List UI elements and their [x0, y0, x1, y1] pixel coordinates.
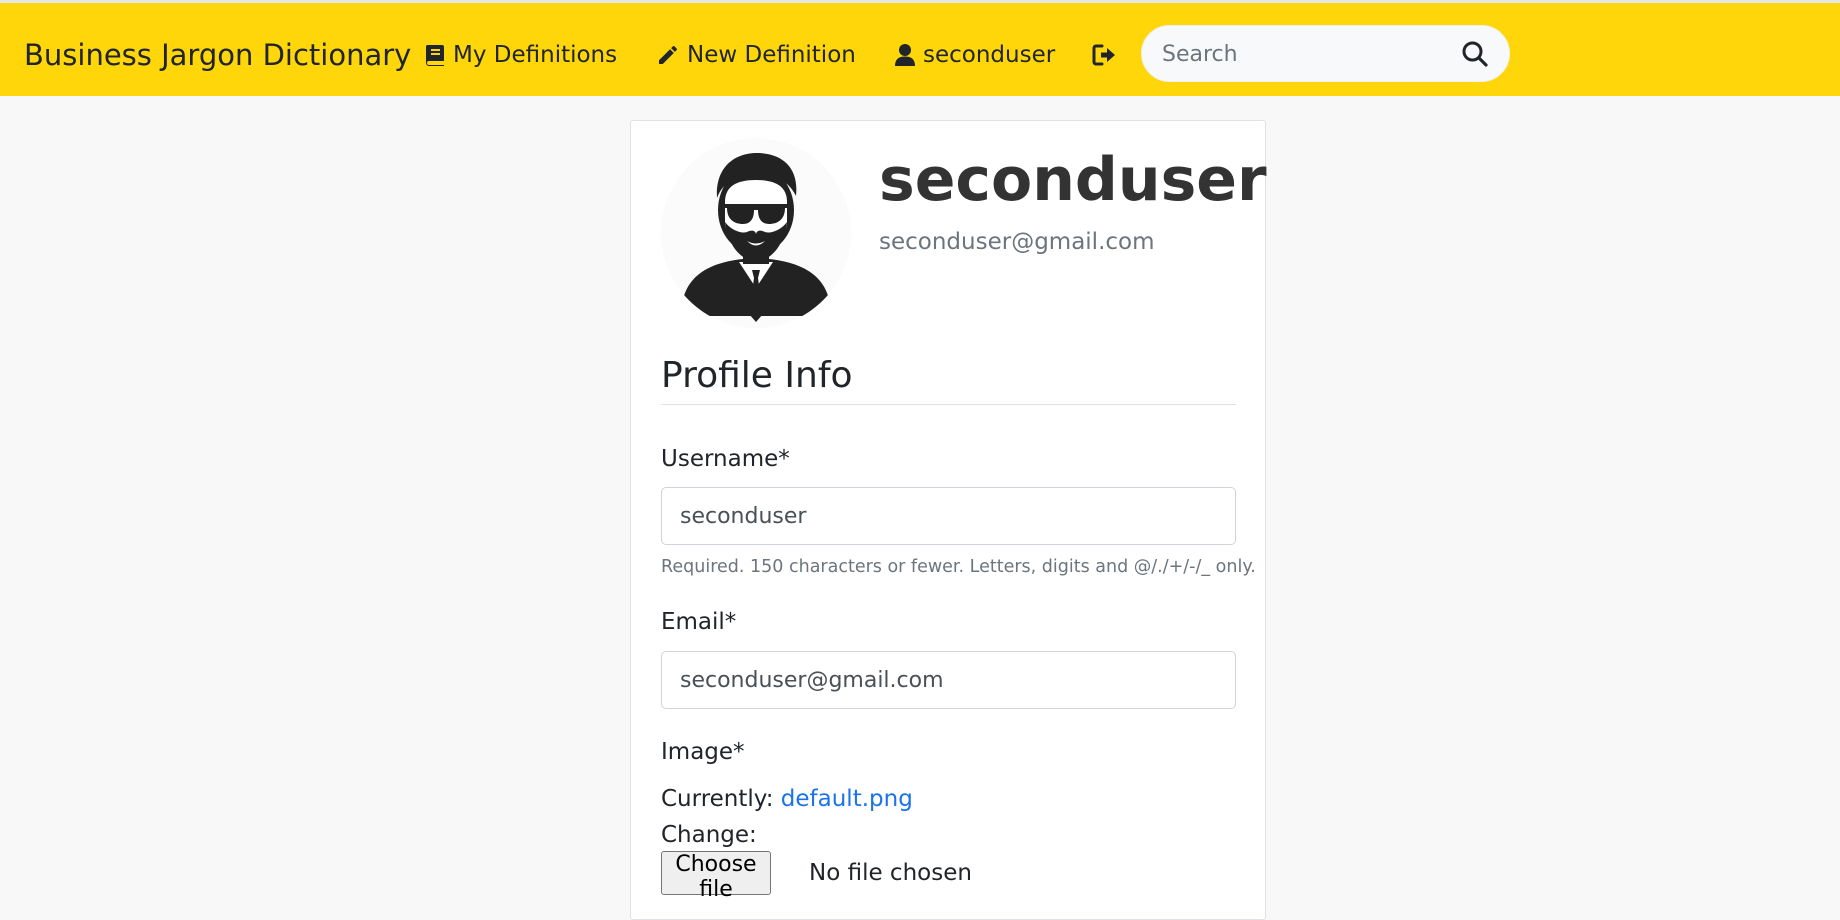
book-icon [425, 45, 444, 66]
nav-new-definition[interactable]: New Definition [656, 39, 856, 71]
navbar: Business Jargon Dictionary My Definition… [0, 0, 1840, 96]
search-icon [1462, 41, 1488, 67]
nav-my-definitions-label: My Definitions [453, 42, 618, 68]
profile-username: seconduser [879, 145, 1267, 215]
search-button[interactable] [1461, 40, 1491, 70]
email-label: Email* [661, 609, 737, 635]
avatar [661, 138, 851, 328]
current-image-link[interactable]: default.png [781, 786, 913, 812]
nav-new-definition-label: New Definition [687, 42, 856, 68]
pencil-icon [659, 45, 678, 64]
username-field[interactable] [661, 487, 1236, 545]
file-status-text: No file chosen [809, 860, 972, 886]
choose-file-button[interactable]: Choose file [661, 851, 771, 902]
change-label: Change: [661, 822, 757, 848]
profile-info-heading: Profile Info [661, 354, 1236, 405]
nav-username-label: seconduser [923, 42, 1056, 68]
nav-profile[interactable]: seconduser [894, 39, 1055, 71]
username-help-text: Required. 150 characters or fewer. Lette… [661, 557, 1256, 577]
nav-logout[interactable] [1092, 39, 1125, 71]
brand-link[interactable]: Business Jargon Dictionary [24, 37, 411, 73]
profile-email: seconduser@gmail.com [879, 229, 1155, 255]
search-input[interactable] [1160, 34, 1440, 74]
avatar-image [681, 152, 831, 322]
username-label: Username* [661, 446, 790, 472]
current-image-row: Currently: default.png [661, 784, 913, 814]
search-box [1141, 25, 1510, 82]
currently-label: Currently: [661, 786, 774, 812]
profile-card: seconduser seconduser@gmail.com Profile … [630, 120, 1267, 920]
image-label: Image* [661, 739, 745, 765]
logout-icon [1092, 44, 1115, 66]
email-field[interactable] [661, 651, 1236, 709]
nav-my-definitions[interactable]: My Definitions [424, 39, 617, 71]
user-icon [895, 44, 915, 66]
